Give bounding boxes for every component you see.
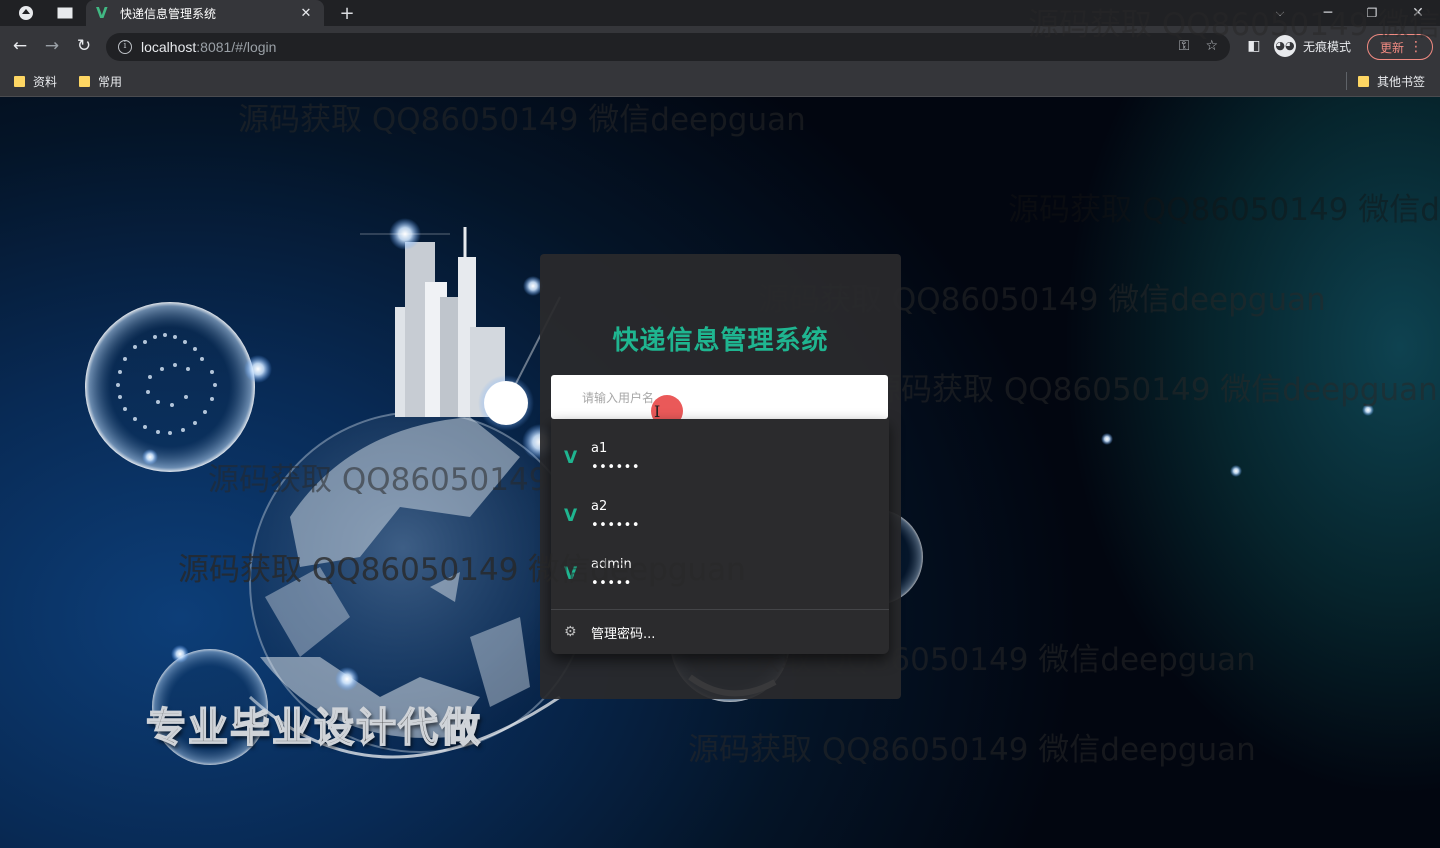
autofill-divider	[551, 609, 889, 610]
address-bar[interactable]: i localhost:8081/#/login ⚿ ☆	[106, 33, 1230, 61]
folder-icon	[79, 76, 90, 87]
tab-active[interactable]: V 快递信息管理系统 ✕	[86, 0, 324, 26]
update-button[interactable]: 更新 ⋮	[1367, 34, 1433, 60]
autofill-item[interactable]: V a1 ••••••	[551, 433, 889, 491]
username-placeholder: 请输入用户名	[582, 391, 655, 405]
browser-app-icon[interactable]	[14, 0, 38, 26]
page-title: 快递信息管理系统	[612, 326, 829, 356]
key-icon[interactable]: ⚿	[1179, 38, 1190, 54]
bookmark-label: 常用	[98, 75, 123, 89]
browser-tab-bar: V 快递信息管理系统 ✕ + ⌵ ─ ❐ ✕	[0, 0, 1440, 26]
bookmark-folder[interactable]: 常用	[79, 73, 122, 90]
autofill-password: ••••••	[591, 460, 641, 475]
bookmark-label: 资料	[33, 75, 58, 89]
star-icon[interactable]: ☆	[1205, 38, 1218, 54]
vue-key-icon: V	[564, 564, 578, 584]
bookmarks-bar: 资料 常用 其他书签	[0, 66, 1440, 97]
autofill-username: a2	[591, 499, 608, 514]
vue-favicon-icon: V	[96, 4, 108, 22]
autofill-dropdown: V a1 •••••• V a2 •••••• V admin ••••• ⚙ …	[551, 419, 889, 654]
tab-search-icon[interactable]	[52, 0, 78, 26]
incognito-icon: ◕◕	[1274, 35, 1296, 57]
username-input[interactable]: 请输入用户名 I	[551, 375, 888, 427]
promo-slogan: 专业毕业设计代做	[145, 704, 482, 752]
manage-passwords-item[interactable]: ⚙ 管理密码...	[551, 611, 889, 653]
update-label: 更新	[1380, 40, 1405, 55]
side-panel-icon[interactable]: ◧	[1242, 34, 1266, 58]
chevron-down-icon[interactable]: ⌵	[1270, 0, 1290, 26]
other-bookmarks[interactable]: 其他书签	[1358, 73, 1425, 90]
manage-passwords-label: 管理密码...	[591, 626, 656, 642]
bookmark-label: 其他书签	[1377, 75, 1426, 89]
bookmark-separator	[1346, 72, 1347, 90]
gear-icon: ⚙	[564, 624, 577, 640]
minimize-icon[interactable]: ─	[1318, 0, 1338, 26]
close-window-icon[interactable]: ✕	[1408, 0, 1428, 26]
folder-icon	[1358, 76, 1369, 87]
back-icon[interactable]: ←	[8, 34, 32, 58]
forward-icon[interactable]: →	[40, 34, 64, 58]
reload-icon[interactable]: ↻	[72, 34, 96, 58]
vue-key-icon: V	[564, 506, 578, 526]
restore-icon[interactable]: ❐	[1362, 0, 1382, 26]
folder-icon	[14, 76, 25, 87]
autofill-item[interactable]: V admin •••••	[551, 549, 889, 607]
incognito-indicator[interactable]: ◕◕ 无痕模式	[1274, 35, 1351, 57]
bookmark-folder[interactable]: 资料	[14, 73, 57, 90]
autofill-username: admin	[591, 557, 632, 572]
vue-key-icon: V	[564, 448, 578, 468]
url-text: localhost:8081/#/login	[141, 39, 277, 55]
close-tab-icon[interactable]: ✕	[298, 6, 314, 21]
autofill-username: a1	[591, 441, 608, 456]
incognito-label: 无痕模式	[1303, 39, 1352, 54]
autofill-password: ••••••	[591, 518, 641, 533]
info-icon[interactable]: i	[118, 40, 132, 54]
autofill-password: •••••	[591, 576, 632, 591]
new-tab-icon[interactable]: +	[336, 0, 358, 26]
autofill-item[interactable]: V a2 ••••••	[551, 491, 889, 549]
tab-title: 快递信息管理系统	[120, 6, 217, 21]
more-menu-icon[interactable]: ⋮	[1409, 39, 1423, 55]
